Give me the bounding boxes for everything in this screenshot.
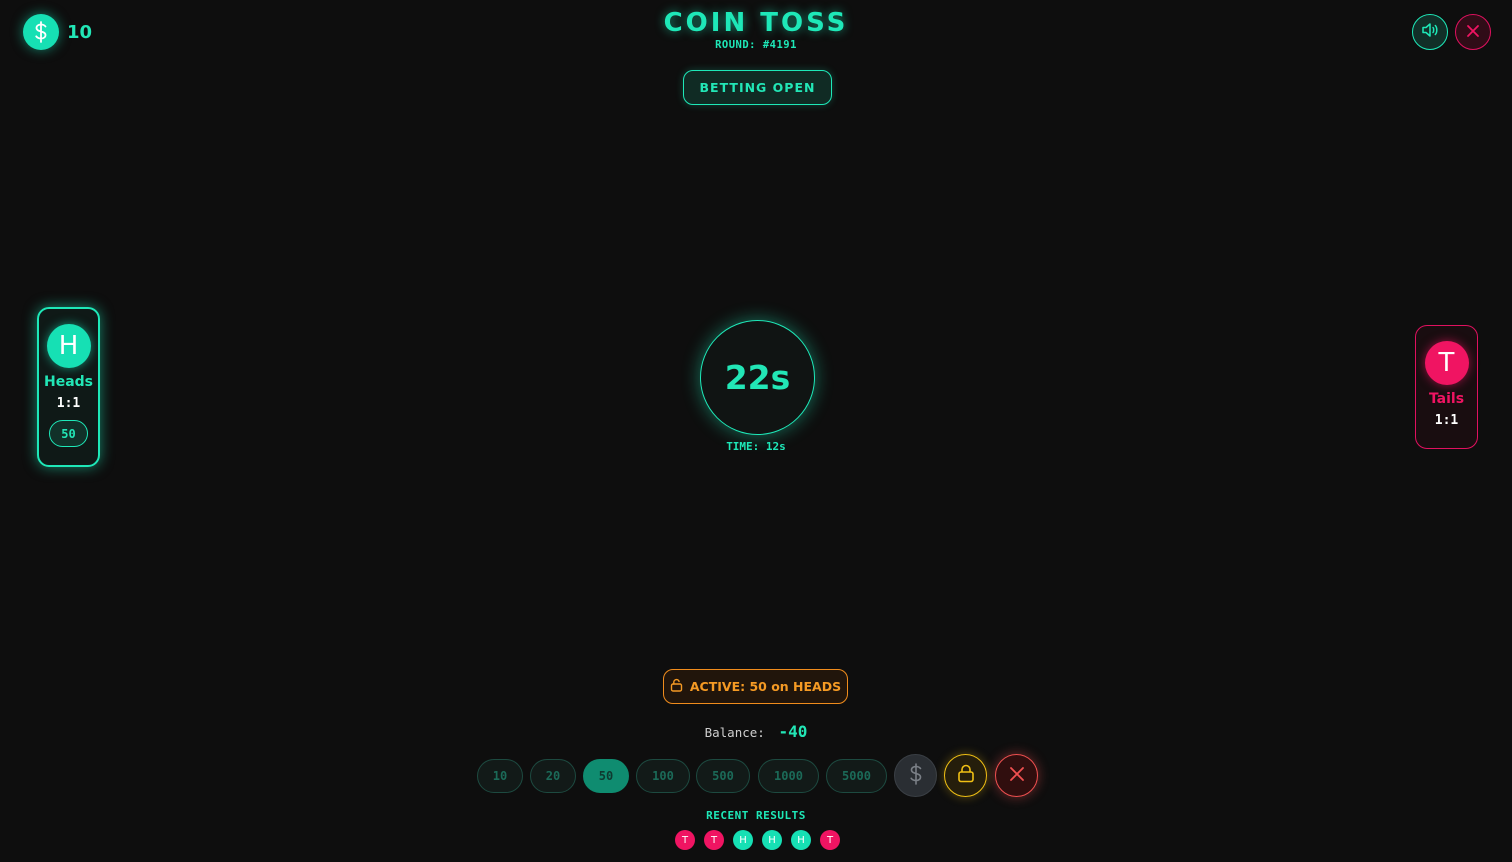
result-item: H [791, 830, 811, 850]
title-block: COIN TOSS ROUND: #4191 [0, 8, 1512, 51]
round-number: ROUND: #4191 [715, 39, 797, 51]
result-item: H [762, 830, 782, 850]
active-bet-badge: ACTIVE: 50 on HEADS [663, 669, 848, 704]
sound-button[interactable] [1412, 14, 1448, 50]
timer-label: TIME: 12s [726, 440, 786, 453]
tails-label: Tails [1428, 391, 1465, 407]
balance-label: Balance: [704, 725, 765, 740]
recent-results-title: RECENT RESULTS [706, 809, 806, 822]
tails-coin-icon: T [1424, 341, 1469, 385]
close-button[interactable] [1455, 14, 1491, 50]
heads-label: Heads [43, 374, 93, 390]
close-icon [1009, 766, 1025, 786]
coin-toss-screen: 10 COIN TOSS ROUND: #4191 BETTING OPEN H… [0, 0, 1512, 862]
tails-bet-card[interactable]: T Tails 1:1 [1415, 325, 1478, 449]
lock-bet-button[interactable] [944, 754, 987, 797]
lock-icon [957, 764, 975, 787]
heads-odds: 1:1 [56, 396, 81, 411]
cancel-bet-button[interactable] [995, 754, 1038, 797]
tails-odds: 1:1 [1434, 413, 1459, 428]
chip-1000[interactable]: 1000 [758, 759, 819, 793]
chip-50[interactable]: 50 [583, 759, 629, 793]
result-item: T [820, 830, 840, 850]
result-item: T [704, 830, 724, 850]
chip-100[interactable]: 100 [636, 759, 690, 793]
chip-10[interactable]: 10 [477, 759, 523, 793]
dollar-icon [908, 762, 924, 789]
countdown-timer: 22s [700, 320, 815, 435]
balance-value: -40 [778, 722, 808, 741]
close-icon [1466, 23, 1480, 42]
recent-results: T T H H H T [675, 830, 840, 850]
custom-amount-button[interactable] [894, 754, 937, 797]
page-title: COIN TOSS [663, 8, 849, 38]
active-bet-text: ACTIVE: 50 on HEADS [689, 679, 842, 694]
speaker-icon [1421, 22, 1439, 42]
lock-open-icon [670, 678, 683, 695]
result-item: H [733, 830, 753, 850]
chip-5000[interactable]: 5000 [826, 759, 887, 793]
chip-500[interactable]: 500 [696, 759, 750, 793]
chip-20[interactable]: 20 [530, 759, 576, 793]
status-badge: BETTING OPEN [683, 70, 832, 105]
result-item: T [675, 830, 695, 850]
balance-line: Balance: -40 [0, 722, 1512, 741]
heads-coin-icon: H [46, 324, 91, 368]
